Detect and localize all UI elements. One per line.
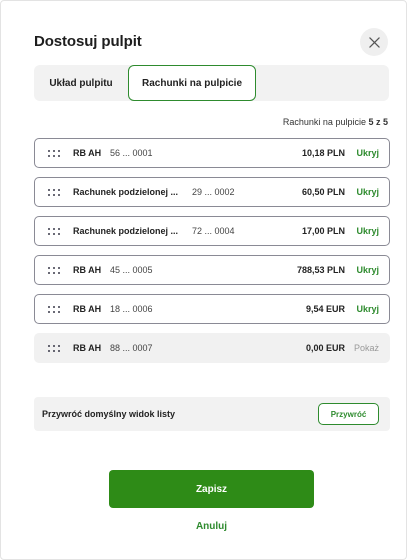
accounts-count: Rachunki na pulpicie 5 z 5 <box>283 117 388 127</box>
hide-account-button[interactable]: Ukryj <box>356 265 379 275</box>
drag-handle-icon[interactable] <box>48 189 60 197</box>
tab-dashboard-layout[interactable]: Układ pulpitu <box>34 65 128 101</box>
hide-account-button[interactable]: Ukryj <box>356 304 379 314</box>
account-number: 45 ... 0005 <box>110 265 153 275</box>
account-number: 88 ... 0007 <box>110 343 153 353</box>
account-row-hidden[interactable]: RB AH 88 ... 0007 0,00 EUR Pokaż <box>34 333 390 363</box>
drag-handle-icon[interactable] <box>48 267 60 275</box>
tab-bar: Układ pulpitu Rachunki na pulpicie <box>34 65 389 101</box>
hide-account-button[interactable]: Ukryj <box>356 148 379 158</box>
cancel-link[interactable]: Anuluj <box>1 521 407 532</box>
modal-title: Dostosuj pulpit <box>34 33 142 50</box>
account-name: RB AH <box>73 265 102 275</box>
account-number: 18 ... 0006 <box>110 304 153 314</box>
account-row[interactable]: RB AH 56 ... 0001 10,18 PLN Ukryj <box>34 138 390 168</box>
drag-handle-icon[interactable] <box>48 345 60 353</box>
drag-handle-icon[interactable] <box>48 228 60 236</box>
drag-handle-icon[interactable] <box>48 306 60 314</box>
account-name: Rachunek podzielonej ... <box>73 187 179 197</box>
account-balance: 788,53 PLN <box>296 265 345 275</box>
account-list: RB AH 56 ... 0001 10,18 PLN Ukryj Rachun… <box>34 138 390 372</box>
tab-dashboard-accounts[interactable]: Rachunki na pulpicie <box>128 65 256 101</box>
accounts-count-value: 5 z 5 <box>368 117 388 127</box>
customize-dashboard-modal: Dostosuj pulpit Układ pulpitu Rachunki n… <box>0 0 407 560</box>
account-row[interactable]: Rachunek podzielonej ... 29 ... 0002 60,… <box>34 177 390 207</box>
restore-default-label: Przywróć domyślny widok listy <box>42 409 176 419</box>
account-number: 56 ... 0001 <box>110 148 153 158</box>
close-button[interactable] <box>360 28 388 56</box>
account-row[interactable]: Rachunek podzielonej ... 72 ... 0004 17,… <box>34 216 390 246</box>
account-row[interactable]: RB AH 18 ... 0006 9,54 EUR Ukryj <box>34 294 390 324</box>
account-row[interactable]: RB AH 45 ... 0005 788,53 PLN Ukryj <box>34 255 390 285</box>
restore-default-bar: Przywróć domyślny widok listy Przywróć <box>34 397 390 431</box>
show-account-button[interactable]: Pokaż <box>354 343 379 353</box>
account-number: 29 ... 0002 <box>192 187 235 197</box>
account-balance: 60,50 PLN <box>301 187 345 197</box>
account-balance: 17,00 PLN <box>301 226 345 236</box>
save-button[interactable]: Zapisz <box>109 470 314 508</box>
account-name: RB AH <box>73 304 102 314</box>
account-balance: 0,00 EUR <box>305 343 345 353</box>
account-name: RB AH <box>73 343 102 353</box>
account-balance: 9,54 EUR <box>305 304 345 314</box>
account-name: RB AH <box>73 148 102 158</box>
account-balance: 10,18 PLN <box>301 148 345 158</box>
hide-account-button[interactable]: Ukryj <box>356 187 379 197</box>
account-number: 72 ... 0004 <box>192 226 235 236</box>
modal-header: Dostosuj pulpit <box>34 28 388 56</box>
hide-account-button[interactable]: Ukryj <box>356 226 379 236</box>
restore-default-button[interactable]: Przywróć <box>318 403 379 425</box>
drag-handle-icon[interactable] <box>48 150 60 158</box>
accounts-count-label: Rachunki na pulpicie <box>282 117 366 127</box>
account-name: Rachunek podzielonej ... <box>73 226 179 236</box>
close-icon <box>368 36 380 48</box>
